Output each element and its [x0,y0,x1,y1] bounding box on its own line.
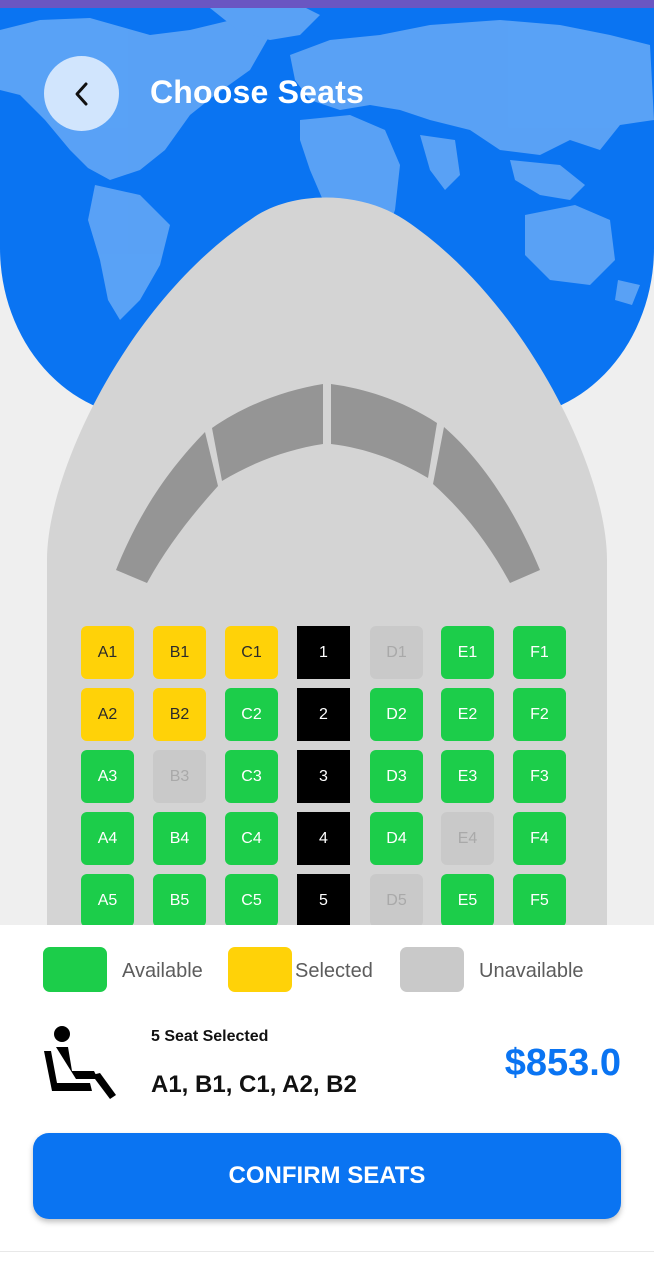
row-number-5: 5 [297,874,350,927]
legend-available-label: Available [122,960,203,982]
seat-b5[interactable]: B5 [153,874,206,927]
seat-b2[interactable]: B2 [153,688,206,741]
seat-e1[interactable]: E1 [441,626,494,679]
seat-a5[interactable]: A5 [81,874,134,927]
seat-a1[interactable]: A1 [81,626,134,679]
row-number-1: 1 [297,626,350,679]
bottom-panel: Available Selected Unavailable 5 Seat Se… [0,925,654,1280]
row-number-4: 4 [297,812,350,865]
seat-d5: D5 [370,874,423,927]
seat-e3[interactable]: E3 [441,750,494,803]
seat-a3[interactable]: A3 [81,750,134,803]
seat-b1[interactable]: B1 [153,626,206,679]
seat-f1[interactable]: F1 [513,626,566,679]
seat-c2[interactable]: C2 [225,688,278,741]
bottom-divider [0,1251,654,1252]
seat-f2[interactable]: F2 [513,688,566,741]
page-title: Choose Seats [150,74,365,110]
choose-seats-screen: Choose Seats A1 B1 C1 D1 E1 F1 1 A2 B2 C2 D2 E2 F2 2 A… [0,0,654,1280]
seat-d1: D1 [370,626,423,679]
seat-e4: E4 [441,812,494,865]
seat-e2[interactable]: E2 [441,688,494,741]
seat-d3[interactable]: D3 [370,750,423,803]
seat-f4[interactable]: F4 [513,812,566,865]
legend-available-swatch [43,947,107,992]
seat-a2[interactable]: A2 [81,688,134,741]
status-bar [0,0,654,8]
selected-seat-count: 5 Seat Selected [151,1028,269,1045]
seat-e5[interactable]: E5 [441,874,494,927]
legend-unavailable-label: Unavailable [479,960,584,982]
seat-d2[interactable]: D2 [370,688,423,741]
selected-seat-list: A1, B1, C1, A2, B2 [151,1071,357,1098]
seat-b3: B3 [153,750,206,803]
seated-passenger-icon [44,1026,116,1099]
seat-f3[interactable]: F3 [513,750,566,803]
seat-grid: A1 B1 C1 D1 E1 F1 1 A2 B2 C2 D2 E2 F2 2 A3 B3 C3 D3 E3 F3 3 A… [0,0,654,930]
seat-a4[interactable]: A4 [81,812,134,865]
chevron-left-icon [75,82,87,105]
legend-selected-label: Selected [295,960,373,982]
confirm-seats-button[interactable]: CONFIRM SEATS [33,1133,621,1219]
row-number-3: 3 [297,750,350,803]
total-price: $853.0 [504,1042,621,1084]
row-number-2: 2 [297,688,350,741]
legend-selected-swatch [228,947,292,992]
seat-c1[interactable]: C1 [225,626,278,679]
seat-f5[interactable]: F5 [513,874,566,927]
back-button[interactable] [44,56,119,131]
seat-c4[interactable]: C4 [225,812,278,865]
seat-c3[interactable]: C3 [225,750,278,803]
seat-d4[interactable]: D4 [370,812,423,865]
legend-unavailable-swatch [400,947,464,992]
seat-c5[interactable]: C5 [225,874,278,927]
seat-b4[interactable]: B4 [153,812,206,865]
